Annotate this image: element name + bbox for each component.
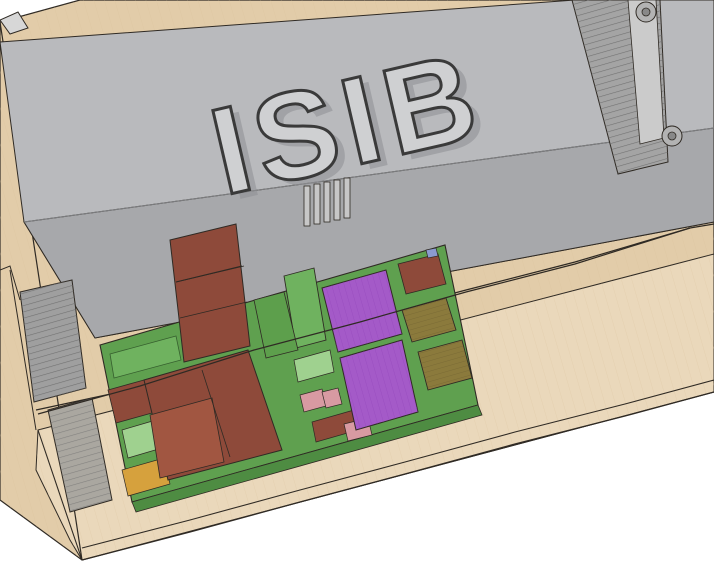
- cad-3d-view[interactable]: ISIB ISIB: [0, 0, 714, 588]
- cad-viewport[interactable]: ISIB ISIB: [0, 0, 714, 588]
